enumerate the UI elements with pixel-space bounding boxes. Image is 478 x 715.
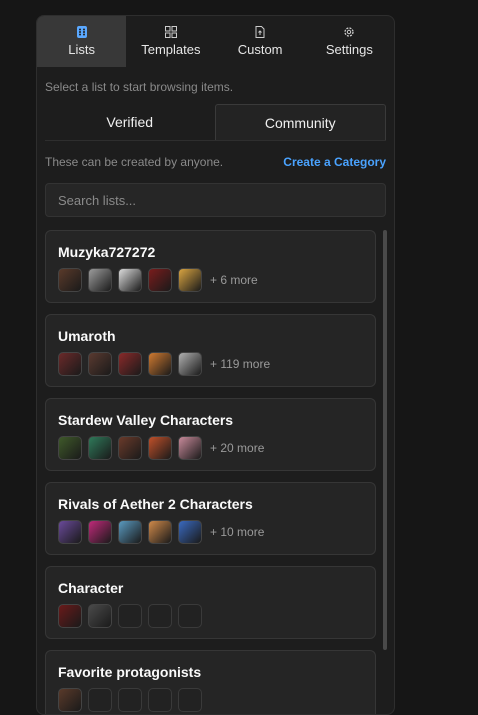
empty-thumbnail-slot <box>178 688 202 712</box>
item-thumbnail <box>148 520 172 544</box>
more-count: + 6 more <box>210 273 258 287</box>
empty-thumbnail-slot <box>148 604 172 628</box>
tab-verified[interactable]: Verified <box>45 104 215 140</box>
tab-lists[interactable]: Lists <box>37 16 127 67</box>
item-thumbnail <box>148 268 172 292</box>
tab-settings[interactable]: Settings <box>305 16 394 67</box>
list-card[interactable]: Umaroth + 119 more <box>45 314 376 387</box>
list-type-tabs: Verified Community <box>45 104 386 141</box>
grid-squares-icon <box>164 26 177 38</box>
list-card-title: Character <box>58 580 124 596</box>
list-card-title: Favorite protagonists <box>58 664 202 680</box>
item-thumbnail <box>148 352 172 376</box>
search-input[interactable] <box>45 183 386 217</box>
tab-templates[interactable]: Templates <box>126 16 215 67</box>
item-thumbnail <box>88 604 112 628</box>
lists-panel: Lists Templates Custom Settings Select a… <box>36 15 395 715</box>
list-card-title: Rivals of Aether 2 Characters <box>58 496 253 512</box>
list-card-title: Muzyka727272 <box>58 244 156 260</box>
thumbnail-row: + 119 more <box>58 352 363 376</box>
item-thumbnail <box>118 352 142 376</box>
create-category-link[interactable]: Create a Category <box>283 155 386 169</box>
list-card-title: Stardew Valley Characters <box>58 412 234 428</box>
item-thumbnail <box>58 436 82 460</box>
community-info-text: These can be created by anyone. <box>45 155 224 169</box>
more-count: + 119 more <box>210 357 271 371</box>
hint-text: Select a list to start browsing items. <box>45 80 234 94</box>
item-thumbnail <box>88 520 112 544</box>
thumbnail-row <box>58 688 363 712</box>
info-row: These can be created by anyone. Create a… <box>37 141 394 183</box>
empty-thumbnail-slot <box>148 688 172 712</box>
tab-settings-label: Settings <box>325 42 373 57</box>
item-thumbnail <box>178 268 202 292</box>
more-count: + 10 more <box>210 525 265 539</box>
item-thumbnail <box>58 688 82 712</box>
file-upload-icon <box>255 26 265 38</box>
tab-custom[interactable]: Custom <box>216 16 305 67</box>
item-thumbnail <box>58 520 82 544</box>
list-cards: Muzyka727272 + 6 more Umaroth + 119 more Sta… <box>37 230 394 714</box>
top-nav: Lists Templates Custom Settings <box>37 16 394 67</box>
item-thumbnail <box>88 352 112 376</box>
tab-templates-label: Templates <box>141 42 201 57</box>
item-thumbnail <box>178 352 202 376</box>
thumbnail-row <box>58 604 363 628</box>
item-thumbnail <box>118 436 142 460</box>
list-card[interactable]: Stardew Valley Characters + 20 more <box>45 398 376 471</box>
tab-custom-label: Custom <box>237 42 283 57</box>
item-thumbnail <box>58 604 82 628</box>
empty-thumbnail-slot <box>178 604 202 628</box>
scrollbar[interactable] <box>383 230 387 650</box>
item-thumbnail <box>148 436 172 460</box>
item-thumbnail <box>58 268 82 292</box>
item-thumbnail <box>118 268 142 292</box>
list-card-title: Umaroth <box>58 328 116 344</box>
list-card[interactable]: Favorite protagonists <box>45 650 376 714</box>
item-thumbnail <box>178 436 202 460</box>
empty-thumbnail-slot <box>118 688 142 712</box>
empty-thumbnail-slot <box>118 604 142 628</box>
tab-community[interactable]: Community <box>214 104 386 140</box>
thumbnail-row: + 10 more <box>58 520 363 544</box>
list-card[interactable]: Rivals of Aether 2 Characters + 10 more <box>45 482 376 555</box>
list-card[interactable]: Muzyka727272 + 6 more <box>45 230 376 303</box>
item-thumbnail <box>88 436 112 460</box>
item-thumbnail <box>88 268 112 292</box>
item-thumbnail <box>58 352 82 376</box>
thumbnail-row: + 20 more <box>58 436 363 460</box>
lists-container: Muzyka727272 + 6 more Umaroth + 119 more Sta… <box>37 230 394 714</box>
item-thumbnail <box>118 520 142 544</box>
item-thumbnail <box>178 520 202 544</box>
grid-dots-icon <box>76 26 87 38</box>
thumbnail-row: + 6 more <box>58 268 363 292</box>
more-count: + 20 more <box>210 441 265 455</box>
tab-lists-label: Lists <box>68 42 95 57</box>
gear-icon <box>344 27 355 37</box>
list-card[interactable]: Character <box>45 566 376 639</box>
empty-thumbnail-slot <box>88 688 112 712</box>
